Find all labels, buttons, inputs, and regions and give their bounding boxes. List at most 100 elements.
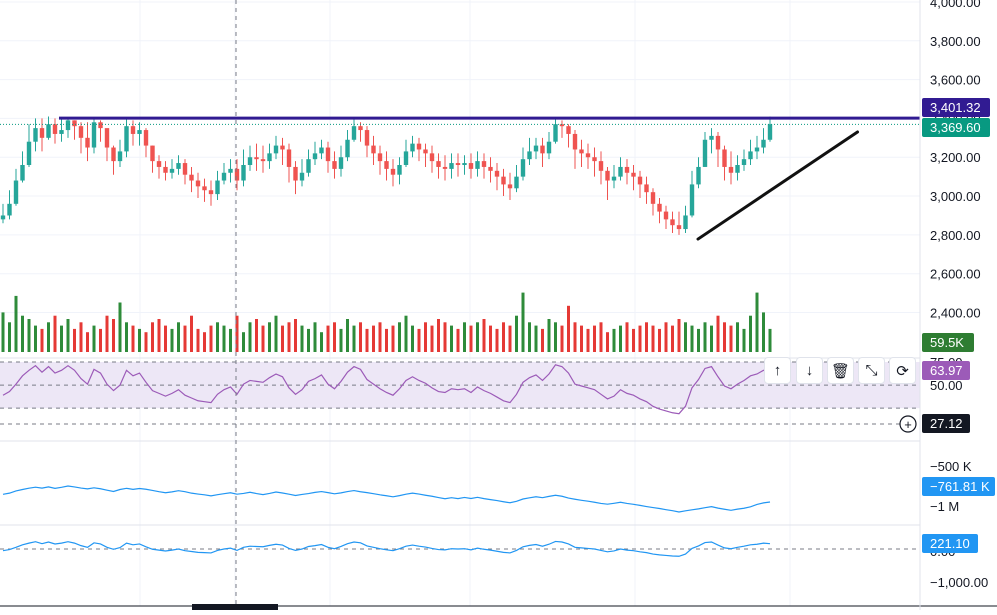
volume-bar <box>716 315 720 352</box>
more-pane-button[interactable]: ⟳ <box>889 357 916 384</box>
volume-bar <box>671 325 674 352</box>
candle-body <box>670 219 675 226</box>
candle-body <box>468 163 474 169</box>
candle-body <box>215 180 220 195</box>
candle-body <box>683 215 688 230</box>
volume-bar <box>619 325 622 352</box>
candle-body <box>748 151 753 160</box>
volume-bar <box>586 328 590 352</box>
candle-body <box>423 149 428 154</box>
candle-body <box>767 124 773 140</box>
candle-body <box>689 184 695 216</box>
volume-bar <box>547 319 551 352</box>
candle-body <box>657 203 662 212</box>
volume-bar <box>261 325 265 352</box>
move-pane-up-button[interactable]: ↑ <box>764 357 791 384</box>
volume-bar <box>53 315 57 352</box>
candle-body <box>559 124 565 127</box>
obv-axis-label: −1 M <box>930 499 959 514</box>
trash-icon: 🗑 <box>830 362 851 380</box>
price-axis-label: 3,200.00 <box>930 150 981 165</box>
price-axis-label: 2,800.00 <box>930 228 981 243</box>
candle-body <box>566 126 571 134</box>
rsi-axis-label: 50.00 <box>930 378 963 393</box>
candle-body <box>13 180 19 204</box>
volume-bar <box>40 328 44 352</box>
volume-bar <box>593 325 596 352</box>
arrow-down-icon: ↓ <box>805 362 814 379</box>
volume-bar <box>625 322 629 352</box>
volume-bar <box>372 325 375 352</box>
volume-bar <box>164 325 167 352</box>
price-axis-label: 3,800.00 <box>930 34 981 49</box>
candle-body <box>501 176 506 185</box>
candle-body <box>663 211 669 220</box>
volume-bar <box>359 322 362 352</box>
volume-bar <box>60 325 63 352</box>
volume-bar <box>47 322 50 352</box>
candle-body <box>598 161 604 171</box>
volume-bar <box>664 322 668 352</box>
last-price-tag: 3,369.60 <box>922 118 990 137</box>
volume-bar <box>495 328 499 352</box>
rsi-tag-label: 63.97 <box>930 363 963 378</box>
candle-body <box>761 139 766 148</box>
arrow-up-icon: ↑ <box>773 362 782 379</box>
volume-bar <box>541 328 544 352</box>
candle-body <box>722 149 727 167</box>
collapse-pane-button[interactable]: ⤡ <box>858 357 885 384</box>
volume-bar <box>183 325 187 352</box>
candle-body <box>85 137 90 148</box>
collapse-icon: ⤡ <box>865 362 878 379</box>
volume-bar <box>352 325 356 352</box>
volume-bar <box>86 332 89 352</box>
rsi-tag: 63.97 <box>922 361 970 380</box>
volume-bar <box>508 325 512 352</box>
move-pane-down-button[interactable]: ↓ <box>796 357 823 384</box>
candle-body <box>462 163 467 165</box>
candle-body <box>637 176 643 185</box>
volume-bar <box>300 325 304 352</box>
add-alert-button[interactable]: + <box>899 415 917 433</box>
candle-body <box>163 166 168 173</box>
volume-bar <box>521 292 525 352</box>
volume-bar <box>118 302 122 352</box>
volume-bar <box>281 325 284 352</box>
candle-body <box>631 172 636 177</box>
volume-bar <box>697 328 700 352</box>
candle-body <box>488 166 493 171</box>
volume-bar <box>534 325 538 352</box>
volume-bar <box>567 305 570 352</box>
volume-bar <box>274 315 278 352</box>
volume-tag: 59.5K <box>922 333 974 352</box>
candle-body <box>364 130 370 146</box>
volume-bar <box>333 322 336 352</box>
volume-bar <box>255 319 258 352</box>
chart-canvas[interactable]: 4,000.003,800.003,600.003,400.003,200.00… <box>0 0 997 610</box>
candle-body <box>46 124 51 138</box>
candle-body <box>91 122 97 148</box>
volume-bar <box>482 319 486 352</box>
candle-body <box>98 122 103 129</box>
cci-tag: 221.10 <box>922 534 978 553</box>
maximize-icon: ⟳ <box>896 362 909 380</box>
candle-body <box>436 161 441 167</box>
volume-bar <box>294 319 297 352</box>
volume-bar <box>92 325 96 352</box>
volume-bar <box>196 328 200 352</box>
candle-body <box>644 184 649 193</box>
stock-chart[interactable]: 4,000.003,800.003,600.003,400.003,200.00… <box>0 0 997 610</box>
delete-pane-button[interactable]: 🗑 <box>827 357 854 384</box>
candle-body <box>319 147 324 154</box>
candle-body <box>286 149 292 167</box>
candle-body <box>676 225 682 230</box>
candle-body <box>533 145 539 152</box>
candle-body <box>618 166 623 177</box>
volume-bar <box>242 332 245 352</box>
candle-body <box>234 168 240 181</box>
candle-body <box>130 126 136 134</box>
candle-body <box>33 128 38 142</box>
volume-bar <box>632 328 635 352</box>
volume-bar <box>411 325 414 352</box>
volume-bar <box>157 319 161 352</box>
